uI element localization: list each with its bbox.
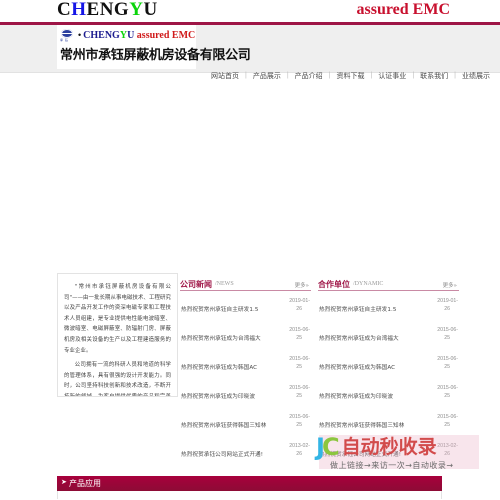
nav-item-3[interactable]: 资料下载 — [330, 69, 370, 83]
partner-panel-subtitle: /DYNAMIC — [353, 281, 384, 287]
nav-item-5[interactable]: 联系我们 — [414, 69, 454, 83]
news-item-title-2[interactable]: 热烈祝贺常州承钰成为韩国AC — [181, 363, 257, 371]
news-panel-subtitle: /NEWS — [215, 281, 234, 287]
news-item-row[interactable]: 热烈祝贺承钰公司网站正式开通! 2013-02- 26 — [180, 438, 311, 467]
header-strip: 承 钰 • CHENGYU assured EMC 常州市承钰屏蔽机房设备有限公… — [0, 25, 500, 80]
site-logo[interactable]: 承 钰 • CHENGYU assured EMC 常州市承钰屏蔽机房设备有限公… — [57, 25, 251, 69]
logo-en-u: U — [127, 29, 135, 41]
logo-en-cheng: CHENG — [83, 29, 120, 41]
partner-item-title-4[interactable]: 热烈祝贺常州承钰获得韩国三知林 — [319, 421, 404, 429]
logo-en-assured: assured EMC — [136, 29, 196, 41]
product-application-label: 产品应用 — [69, 479, 101, 488]
product-content-area — [57, 491, 442, 499]
news-item-row[interactable]: 热烈祝贺常州承钰成为印晓波 2015-06- 25 — [180, 380, 311, 409]
logo-english-text: CHENGYU assured EMC — [83, 30, 195, 41]
partner-item-date-3: 2015-06- 25 — [437, 385, 458, 399]
main-navigation: 网站首页 | 产品展示 | 产品介绍 | 资料下载 | 认证事业 | 联系我们 | 业绩展示 — [205, 69, 496, 83]
wordmark-c: C — [57, 0, 72, 20]
arrow-right-icon: ➤ — [61, 479, 67, 486]
partner-item-title-3[interactable]: 热烈祝贺常州承钰成为印晓波 — [319, 392, 393, 400]
partner-panel: 合作单位 /DYNAMIC 更多» 热烈祝贺常州承钰自主研发1.5 2019-01… — [318, 273, 459, 467]
wordmark-h: H — [71, 0, 87, 20]
main-content: "常州市承钰屏蔽机房设备有限公司"——由一批长期从事电磁技术、工程研究以及产品开… — [0, 273, 500, 458]
partner-panel-header: 合作单位 /DYNAMIC 更多» — [318, 273, 459, 291]
news-item-row[interactable]: 热烈祝贺常州承钰成为台湾福大 2015-06- 25 — [180, 322, 311, 351]
logo-en-y: Y — [119, 29, 128, 41]
logo-dot: • — [78, 29, 82, 40]
globe-icon: 承 钰 — [60, 28, 76, 42]
wordmark-u: U — [143, 0, 158, 20]
partner-list: 热烈祝贺常州承钰自主研发1.5 2019-01- 26 热烈祝贺常州承钰成为台湾福大 2… — [318, 293, 459, 467]
partner-more-link[interactable]: 更多» — [443, 281, 457, 289]
nav-item-1[interactable]: 产品展示 — [247, 69, 287, 83]
tagline-assured-emc: assured EMC — [356, 1, 451, 18]
news-panel: 公司新闻 /NEWS 更多» 热烈祝贺常州承钰自主研发1.5 2019-01- 26… — [180, 273, 311, 467]
nav-item-4[interactable]: 认证事业 — [372, 69, 412, 83]
news-item-date-5: 2013-02- 26 — [289, 443, 310, 457]
news-more-link[interactable]: 更多» — [295, 281, 309, 289]
news-item-row[interactable]: 热烈祝贺常州承钰自主研发1.5 2019-01- 26 — [180, 293, 311, 322]
nav-item-2[interactable]: 产品介绍 — [289, 69, 329, 83]
partner-item-row[interactable]: 热烈祝贺常州承钰成为印晓波 2015-06- 25 — [318, 380, 459, 409]
partner-item-date-5: 2013-02- 26 — [437, 443, 458, 457]
partner-item-date-4: 2015-06- 25 — [437, 414, 458, 428]
partner-item-title-1[interactable]: 热烈祝贺常州承钰成为台湾福大 — [319, 334, 399, 342]
partner-item-title-2[interactable]: 热烈祝贺常州承钰成为韩国AC — [319, 363, 395, 371]
news-item-title-4[interactable]: 热烈祝贺常州承钰获得韩国三知林 — [181, 421, 266, 429]
product-application-bar[interactable]: ➤ 产品应用 — [57, 476, 442, 491]
partner-item-row[interactable]: 热烈祝贺承钰公司网站正式开通! 2013-02- 26 — [318, 438, 459, 467]
brand-wordmark: CHENGYU — [57, 0, 158, 21]
nav-item-6[interactable]: 业绩展示 — [456, 69, 496, 83]
news-item-title-5[interactable]: 热烈祝贺承钰公司网站正式开通! — [181, 450, 263, 458]
news-item-title-0[interactable]: 热烈祝贺常州承钰自主研发1.5 — [181, 305, 259, 313]
top-band: CHENGYU assured EMC — [0, 0, 500, 22]
news-panel-header: 公司新闻 /NEWS 更多» — [180, 273, 311, 291]
company-intro-text: "常州市承钰屏蔽机房设备有限公司"——由一批长期从事电磁技术、工程研究以及产品开… — [58, 274, 177, 397]
news-item-title-3[interactable]: 热烈祝贺常州承钰成为印晓波 — [181, 392, 255, 400]
news-list: 热烈祝贺常州承钰自主研发1.5 2019-01- 26 热烈祝贺常州承钰成为台湾福大 2… — [180, 293, 311, 467]
logo-company-name: 常州市承钰屏蔽机房设备有限公司 — [60, 48, 251, 63]
news-item-date-2: 2015-06- 25 — [289, 356, 310, 370]
news-item-date-4: 2015-06- 25 — [289, 414, 310, 428]
company-intro-paragraph-1: 公司拥有一流的科研人员和地道的科学的管理体系，具有很强的设计开发能力。同时，公司… — [64, 362, 171, 397]
partner-item-row[interactable]: 热烈祝贺常州承钰获得韩国三知林 2015-06- 25 — [318, 409, 459, 438]
partner-item-date-1: 2015-06- 25 — [437, 327, 458, 341]
logo-english-line: 承 钰 • CHENGYU assured EMC — [60, 27, 195, 43]
company-intro-paragraph-0: "常州市承钰屏蔽机房设备有限公司"——由一批长期从事电磁技术、工程研究以及产品开… — [64, 284, 171, 354]
partner-panel-title: 合作单位 — [318, 280, 350, 289]
company-intro-panel: "常州市承钰屏蔽机房设备有限公司"——由一批长期从事电磁技术、工程研究以及产品开… — [57, 273, 178, 397]
news-item-title-1[interactable]: 热烈祝贺常州承钰成为台湾福大 — [181, 334, 261, 342]
partner-item-row[interactable]: 热烈祝贺常州承钰自主研发1.5 2019-01- 26 — [318, 293, 459, 322]
news-item-row[interactable]: 热烈祝贺常州承钰获得韩国三知林 2015-06- 25 — [180, 409, 311, 438]
partner-item-date-2: 2015-06- 25 — [437, 356, 458, 370]
news-panel-title: 公司新闻 — [180, 280, 212, 289]
partner-item-row[interactable]: 热烈祝贺常州承钰成为韩国AC 2015-06- 25 — [318, 351, 459, 380]
partner-item-date-0: 2019-01- 26 — [437, 298, 458, 312]
partner-item-row[interactable]: 热烈祝贺常州承钰成为台湾福大 2015-06- 25 — [318, 322, 459, 351]
wordmark-y: Y — [129, 0, 144, 20]
globe-icon-sub: 承 钰 — [60, 37, 69, 42]
news-item-row[interactable]: 热烈祝贺常州承钰成为韩国AC 2015-06- 25 — [180, 351, 311, 380]
nav-item-0[interactable]: 网站首页 — [205, 69, 245, 83]
news-item-date-0: 2019-01- 26 — [289, 298, 310, 312]
product-section: ➤ 产品应用 — [0, 476, 500, 499]
partner-item-title-5[interactable]: 热烈祝贺承钰公司网站正式开通! — [319, 450, 401, 458]
banner-placeholder — [0, 73, 500, 273]
wordmark-eng: ENG — [86, 0, 130, 20]
news-item-date-1: 2015-06- 25 — [289, 327, 310, 341]
partner-item-title-0[interactable]: 热烈祝贺常州承钰自主研发1.5 — [319, 305, 397, 313]
news-item-date-3: 2015-06- 25 — [289, 385, 310, 399]
